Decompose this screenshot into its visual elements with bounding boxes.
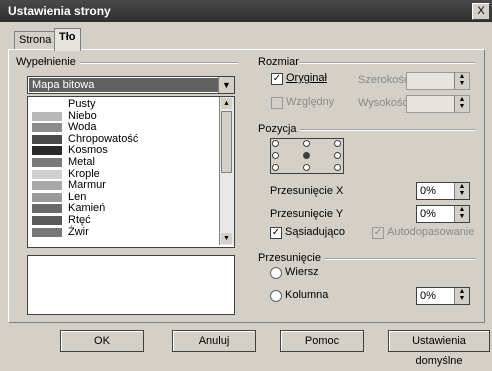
offset-x-label: Przesunięcie X (270, 185, 344, 197)
ok-button[interactable]: OK (60, 330, 144, 352)
position-section-label: Pozycja (258, 123, 297, 135)
offset-y-label: Przesunięcie Y (270, 208, 344, 220)
bitmap-preview (27, 255, 235, 315)
column-label: Kolumna (285, 289, 329, 301)
bitmap-label: Marmur (68, 179, 106, 192)
bitmap-swatch (32, 146, 62, 156)
autofit-checkbox[interactable]: ✓ (372, 227, 384, 239)
tile-label: Sąsiadująco (285, 226, 345, 238)
offset-y-value: 0% (420, 208, 436, 220)
cancel-button[interactable]: Anuluj (172, 330, 256, 352)
bitmap-label: Pusty (68, 98, 96, 110)
chevron-down-icon[interactable]: ▼ (218, 77, 234, 93)
offset-y-spinner[interactable]: 0% ▲ ▼ (416, 205, 470, 223)
bitmap-swatch (32, 169, 62, 179)
size-section-divider (300, 62, 475, 64)
list-item[interactable]: Pusty (28, 98, 218, 111)
title-bar: Ustawienia strony X (0, 0, 492, 22)
position-grid[interactable] (270, 138, 344, 174)
offset-value: 0% (420, 290, 436, 302)
bitmap-label: Żwir (68, 225, 89, 238)
position-top-center[interactable] (303, 140, 310, 147)
bitmap-swatch (32, 111, 62, 121)
bitmap-swatch (32, 157, 62, 167)
position-bottom-left[interactable] (272, 164, 279, 171)
column-radio[interactable] (270, 290, 282, 302)
autofit-label: Autodopasowanie (387, 226, 475, 238)
scroll-thumb[interactable] (221, 111, 232, 173)
original-checkbox[interactable]: ✓ (271, 73, 283, 85)
relative-label: Względny (286, 96, 335, 108)
scroll-down-icon[interactable]: ▼ (221, 233, 232, 244)
offset-value-spinner[interactable]: 0% ▲ ▼ (416, 287, 470, 305)
fill-type-value: Mapa bitowa (29, 78, 218, 92)
list-item[interactable]: Chropowatość (28, 133, 218, 146)
defaults-button[interactable]: Ustawienia domyślne (388, 330, 490, 367)
offset-x-spinner[interactable]: 0% ▲ ▼ (416, 182, 470, 200)
bitmap-swatch (32, 123, 62, 133)
list-scrollbar[interactable]: ▲ ▼ (219, 97, 234, 245)
spinner-arrows-icon[interactable]: ▲ ▼ (454, 206, 469, 222)
list-item[interactable]: Marmur (28, 180, 218, 192)
list-item[interactable]: Rtęć (28, 213, 218, 227)
position-center[interactable] (303, 152, 310, 159)
offset-section-label: Przesunięcie (258, 252, 321, 264)
tile-checkbox[interactable]: ✓ (270, 227, 282, 239)
size-section-label: Rozmiar (258, 56, 299, 68)
close-button[interactable]: X (472, 3, 490, 20)
list-item[interactable]: Żwir (28, 225, 218, 239)
scroll-up-icon[interactable]: ▲ (221, 98, 232, 109)
spinner-arrows-icon[interactable]: ▲ ▼ (454, 73, 469, 89)
spinner-arrows-icon[interactable]: ▲ ▼ (454, 96, 469, 112)
list-item[interactable]: Kosmos (28, 145, 218, 157)
position-section-divider (300, 129, 475, 131)
list-item[interactable]: Niebo (28, 110, 218, 123)
height-spinner[interactable]: ▲ ▼ (406, 95, 470, 113)
position-middle-left[interactable] (272, 152, 279, 159)
list-item[interactable]: Krople (28, 168, 218, 181)
offset-section-divider (325, 258, 475, 260)
bitmap-label: Rtęć (68, 213, 91, 226)
fill-section-divider (80, 62, 238, 64)
bitmap-swatch (32, 215, 62, 225)
fill-type-dropdown[interactable]: Mapa bitowa ▼ (27, 76, 235, 94)
relative-checkbox[interactable] (271, 97, 283, 109)
position-bottom-right[interactable] (334, 164, 341, 171)
bitmap-list[interactable]: Pusty Niebo Woda Chropowatość Kosmos Metal Kro… (27, 96, 235, 248)
spinner-arrows-icon[interactable]: ▲ ▼ (454, 183, 469, 199)
offset-x-value: 0% (420, 185, 436, 197)
bitmap-swatch (32, 192, 62, 202)
bitmap-swatch (32, 134, 62, 144)
bitmap-swatch (32, 204, 62, 214)
bitmap-label: Metal (68, 155, 95, 168)
bitmap-swatch (32, 227, 62, 237)
position-top-left[interactable] (272, 140, 279, 147)
list-item[interactable]: Metal (28, 155, 218, 169)
height-label: Wysokość (358, 97, 409, 109)
width-label: Szerokość (358, 74, 410, 86)
fill-section-label: Wypełnienie (16, 56, 76, 68)
tab-tlo[interactable]: Tło (54, 28, 81, 51)
position-middle-right[interactable] (334, 152, 341, 159)
original-label: Oryginał (286, 72, 327, 84)
spinner-arrows-icon[interactable]: ▲ ▼ (454, 288, 469, 304)
bitmap-rows: Pusty Niebo Woda Chropowatość Kosmos Metal Kro… (28, 98, 218, 239)
position-top-right[interactable] (334, 140, 341, 147)
row-radio[interactable] (270, 267, 282, 279)
help-button[interactable]: Pomoc (280, 330, 364, 352)
position-bottom-center[interactable] (303, 164, 310, 171)
list-item[interactable]: Len (28, 191, 218, 204)
width-spinner[interactable]: ▲ ▼ (406, 72, 470, 90)
tab-strona[interactable]: Strona (14, 31, 57, 50)
row-label: Wiersz (285, 266, 319, 278)
bitmap-swatch (32, 100, 62, 109)
list-item[interactable]: Kamień (28, 203, 218, 215)
window-title: Ustawienia strony (8, 4, 111, 18)
bitmap-swatch (32, 181, 62, 191)
